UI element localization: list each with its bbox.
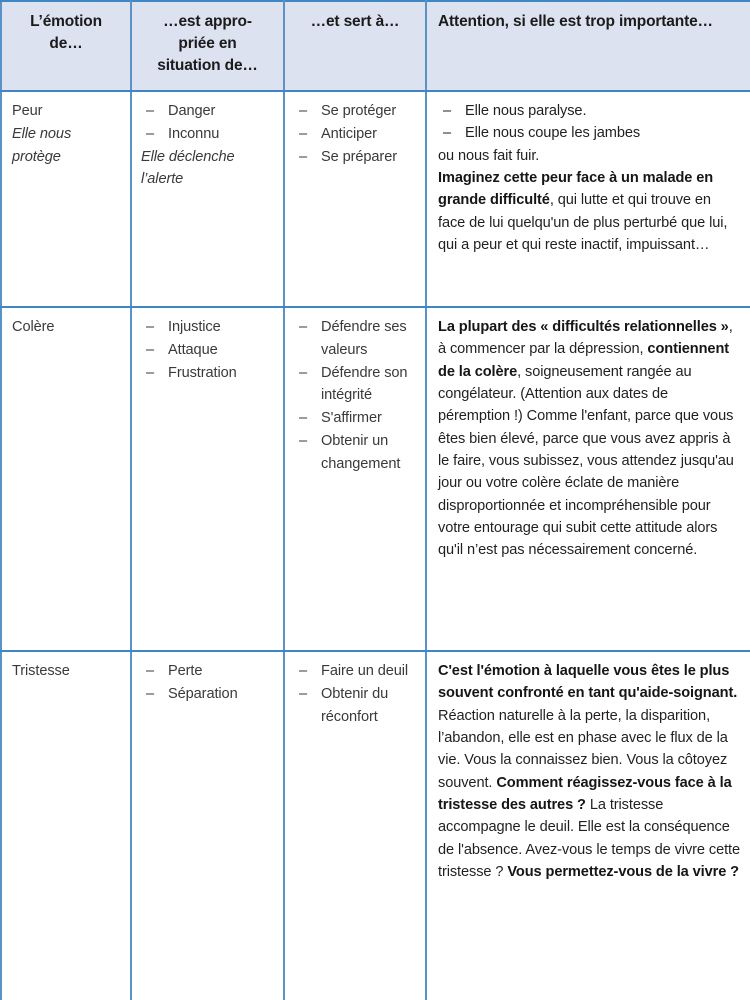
list-item: Danger bbox=[141, 100, 275, 123]
emotion-subtitle-line-1: Elle nous bbox=[12, 125, 72, 142]
table-row: Colère Injustice Attaque Frustration Déf… bbox=[0, 306, 750, 652]
warning-paragraph: Imaginez cette peur face à un malade en … bbox=[438, 167, 741, 256]
cell-purpose-colere: Défendre ses valeurs Défendre son intégr… bbox=[283, 306, 427, 652]
table-row: Peur Elle nous protège Danger Inconnu El… bbox=[0, 90, 750, 308]
list-item: Défendre ses valeurs bbox=[294, 316, 417, 362]
cell-purpose-tristesse: Faire un deuil Obtenir du réconfort bbox=[283, 650, 427, 1000]
header-row: L’émotion de… …est appro- priée en situa… bbox=[0, 0, 750, 92]
situations-note-line-2: l’alerte bbox=[141, 171, 184, 188]
list-item: Faire un deuil bbox=[294, 660, 417, 683]
list-item: Anticiper bbox=[294, 123, 417, 146]
list-item: Frustration bbox=[141, 362, 275, 385]
purpose-list: Se protéger Anticiper Se préparer bbox=[294, 100, 417, 168]
cell-situations-colere: Injustice Attaque Frustration bbox=[130, 306, 285, 652]
situations-note-line-1: Elle déclenche bbox=[141, 148, 235, 165]
cell-emotion-peur: Peur Elle nous protège bbox=[0, 90, 132, 308]
emotion-name: Colère bbox=[12, 319, 55, 335]
list-item: Perte bbox=[141, 660, 275, 683]
emotion-table-container: L’émotion de… …est appro- priée en situa… bbox=[0, 0, 750, 1000]
situations-list: Perte Séparation bbox=[141, 660, 275, 706]
list-item: Elle nous coupe les jambes bbox=[438, 122, 741, 145]
cell-emotion-colere: Colère bbox=[0, 306, 132, 652]
column-header-situation-line-3: situation de… bbox=[157, 57, 258, 74]
cell-warning-tristesse: C'est l'émotion à laquelle vous êtes le … bbox=[425, 650, 750, 1000]
list-item: S'affirmer bbox=[294, 407, 417, 430]
cell-situations-tristesse: Perte Séparation bbox=[130, 650, 285, 1000]
cell-warning-colere: La plupart des « difficultés relationnel… bbox=[425, 306, 750, 652]
warning-bold-tail: Vous permettez-vous de la vivre ? bbox=[507, 863, 740, 880]
warning-paragraph: C'est l'émotion à laquelle vous êtes le … bbox=[438, 660, 741, 883]
table-row: Tristesse Perte Séparation Faire un deui… bbox=[0, 650, 750, 1000]
emotion-subtitle-line-2: protège bbox=[12, 148, 61, 165]
cell-emotion-tristesse: Tristesse bbox=[0, 650, 132, 1000]
emotion-name: Tristesse bbox=[12, 663, 70, 679]
list-item: Inconnu bbox=[141, 123, 275, 146]
column-header-situation: …est appro- priée en situation de… bbox=[130, 0, 285, 92]
list-item: Obtenir un changement bbox=[294, 430, 417, 476]
list-item: Elle nous paralyse. bbox=[438, 100, 741, 123]
column-header-emotion-line-2: de… bbox=[49, 35, 83, 52]
emotion-table: L’émotion de… …est appro- priée en situa… bbox=[0, 0, 750, 1000]
warning-bold-lead: C'est l'émotion à laquelle vous êtes le … bbox=[438, 663, 738, 702]
column-header-warning-line-1: Attention, si elle est trop importante… bbox=[438, 13, 713, 30]
list-item: Séparation bbox=[141, 683, 275, 706]
situations-list: Danger Inconnu Elle déclenche l’alerte bbox=[141, 100, 275, 191]
list-item: Obtenir du réconfort bbox=[294, 683, 417, 729]
column-header-emotion: L’émotion de… bbox=[0, 0, 132, 92]
column-header-purpose: …et sert à… bbox=[283, 0, 427, 92]
table-header: L’émotion de… …est appro- priée en situa… bbox=[0, 0, 750, 92]
list-item: Se protéger bbox=[294, 100, 417, 123]
situations-list: Injustice Attaque Frustration bbox=[141, 316, 275, 384]
purpose-list: Défendre ses valeurs Défendre son intégr… bbox=[294, 316, 417, 475]
column-header-situation-line-2: priée en bbox=[178, 35, 237, 52]
warning-paragraph: La plupart des « difficultés relationnel… bbox=[438, 316, 741, 562]
column-header-emotion-line-1: L’émotion bbox=[30, 13, 102, 30]
warning-continuation: ou nous fait fuir. bbox=[438, 147, 540, 164]
warning-list: Elle nous paralyse. Elle nous coupe les … bbox=[438, 100, 741, 145]
list-item: Se préparer bbox=[294, 146, 417, 169]
list-item: Défendre son intégrité bbox=[294, 362, 417, 408]
emotion-name: Peur bbox=[12, 103, 43, 119]
column-header-purpose-line-1: …et sert à… bbox=[310, 13, 400, 30]
table-body: Peur Elle nous protège Danger Inconnu El… bbox=[0, 90, 750, 1000]
cell-purpose-peur: Se protéger Anticiper Se préparer bbox=[283, 90, 427, 308]
cell-warning-peur: Elle nous paralyse. Elle nous coupe les … bbox=[425, 90, 750, 308]
list-item: Attaque bbox=[141, 339, 275, 362]
warning-bold-lead: La plupart des « difficultés relationnel… bbox=[438, 319, 729, 335]
column-header-warning: Attention, si elle est trop importante… bbox=[425, 0, 750, 92]
column-header-situation-line-1: …est appro- bbox=[163, 13, 252, 30]
purpose-list: Faire un deuil Obtenir du réconfort bbox=[294, 660, 417, 728]
cell-situations-peur: Danger Inconnu Elle déclenche l’alerte bbox=[130, 90, 285, 308]
warning-rest: , soigneusement rangée au congélateur. (… bbox=[438, 363, 734, 559]
list-item: Injustice bbox=[141, 316, 275, 339]
